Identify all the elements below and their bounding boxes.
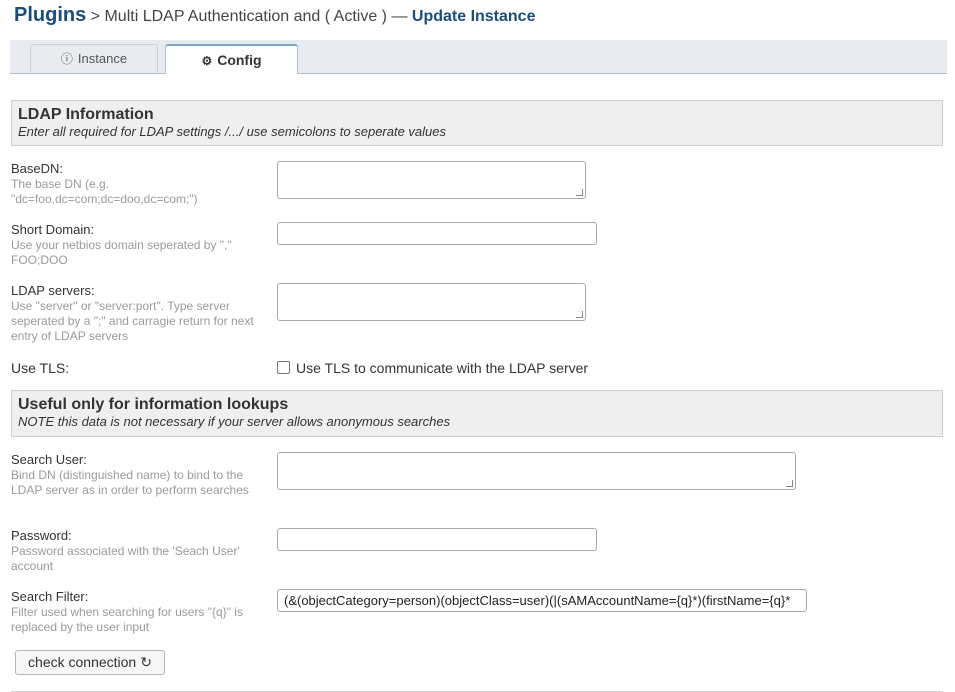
use-tls-checkbox[interactable] (277, 361, 290, 374)
use-tls-checkbox-label[interactable]: Use TLS to communicate with the LDAP ser… (296, 360, 588, 376)
basedn-textarea[interactable] (277, 161, 586, 199)
basedn-description: The base DN (e.g. "dc=foo,dc=com;dc=doo,… (11, 177, 198, 206)
cog-icon: ⚙ (201, 54, 213, 68)
search-user-textarea[interactable] (277, 452, 796, 490)
short-domain-label-group: Short Domain: Use your netbios domain se… (11, 222, 271, 268)
password-description: Password associated with the 'Seach User… (11, 544, 240, 573)
section-ldap-information: LDAP Information Enter all required for … (11, 100, 943, 146)
use-tls-label-group: Use TLS: (11, 360, 271, 376)
section-information-lookups: Useful only for information lookups NOTE… (11, 390, 943, 437)
password-label: Password: (11, 528, 72, 543)
basedn-label-group: BaseDN: The base DN (e.g. "dc=foo,dc=com… (11, 161, 271, 207)
check-connection-button[interactable]: check connection ↻ (15, 650, 165, 675)
section-subtitle: Enter all required for LDAP settings /..… (18, 124, 447, 139)
password-input[interactable] (277, 528, 597, 551)
page-header: Plugins > Multi LDAP Authentication and … (14, 4, 535, 27)
section-subtitle: NOTE this data is not necessary if your … (18, 414, 451, 429)
check-connection-label: check connection (28, 654, 137, 670)
info-circle-icon: ⓘ (60, 52, 73, 66)
ldap-servers-label: LDAP servers: (11, 283, 95, 298)
search-filter-input[interactable]: (&(objectCategory=person)(objectClass=us… (277, 589, 807, 612)
tab-instance[interactable]: ⓘ Instance (30, 44, 158, 73)
password-label-group: Password: Password associated with the '… (11, 528, 271, 574)
section-heading: Useful only for information lookups (18, 396, 289, 413)
refresh-icon: ↻ (140, 654, 152, 670)
search-user-label-group: Search User: Bind DN (distinguished name… (11, 452, 271, 498)
section-heading: LDAP Information (18, 106, 154, 123)
breadcrumb: > Multi LDAP Authentication and ( Active… (86, 8, 412, 25)
search-filter-description: Filter used when searching for users "{q… (11, 605, 243, 634)
tab-config[interactable]: ⚙ Config (165, 44, 298, 74)
page-title: Update Instance (411, 8, 536, 25)
ldap-servers-textarea[interactable] (277, 283, 586, 321)
use-tls-option[interactable]: Use TLS to communicate with the LDAP ser… (277, 360, 588, 376)
basedn-label: BaseDN: (11, 161, 64, 176)
search-user-label: Search User: (11, 452, 87, 467)
short-domain-description: Use your netbios domain seperated by ","… (11, 238, 232, 267)
search-filter-label-group: Search Filter: Filter used when searchin… (11, 589, 271, 635)
plugins-link[interactable]: Plugins (14, 4, 86, 26)
search-filter-value: (&(objectCategory=person)(objectClass=us… (284, 593, 791, 608)
use-tls-label: Use TLS: (11, 360, 70, 376)
ldap-servers-label-group: LDAP servers: Use "server" or "server:po… (11, 283, 271, 344)
search-filter-label: Search Filter: (11, 589, 89, 604)
short-domain-label: Short Domain: (11, 222, 95, 237)
search-user-description: Bind DN (distinguished name) to bind to … (11, 468, 249, 497)
tab-instance-label: Instance (77, 51, 128, 66)
tab-bar: ⓘ Instance ⚙ Config (10, 40, 947, 74)
ldap-servers-description: Use "server" or "server:port". Type serv… (11, 299, 254, 343)
short-domain-input[interactable] (277, 222, 597, 245)
tab-config-label: Config (217, 52, 262, 68)
